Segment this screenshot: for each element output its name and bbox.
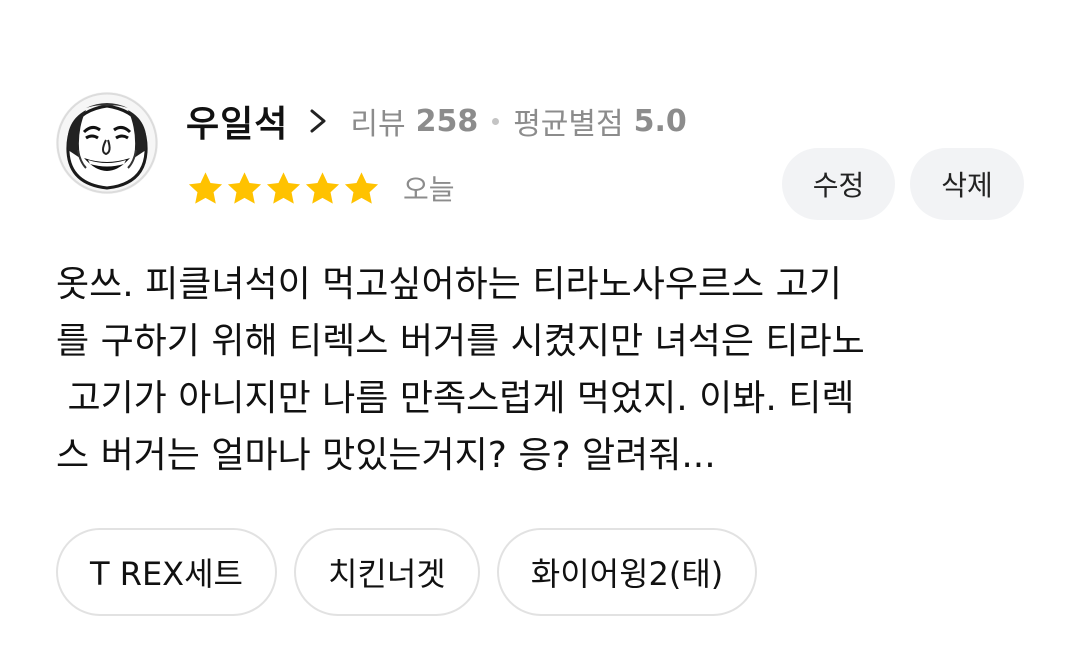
star-icon	[342, 170, 381, 207]
review-header: 우일석 리뷰 258 평균별점 5.0	[186, 95, 687, 147]
star-rating	[186, 170, 381, 207]
star-icon	[264, 170, 303, 207]
review-text-line: 를 구하기 위해 티렉스 버거를 시켰지만 녀석은 티라노	[56, 321, 865, 362]
avg-rating: 5.0	[633, 103, 687, 139]
avatar-image	[56, 92, 158, 194]
menu-tag[interactable]: 화이어윙2(태)	[496, 528, 758, 616]
rating-row: 오늘	[186, 166, 455, 210]
avg-rating-label: 평균별점	[513, 107, 624, 142]
review-count: 258	[415, 103, 479, 139]
edit-button[interactable]: 수정	[782, 148, 895, 220]
review-text-line: 고기가 아니지만 나름 만족스럽게 먹었지. 이봐. 티렉	[56, 378, 855, 419]
review-body: 옷쓰. 피클녀석이 먹고싶어하는 티라노사우르스 고기 를 구하기 위해 티렉스…	[56, 256, 1026, 484]
star-icon	[225, 170, 264, 207]
review-text-line: 스 버거는 얼마나 맛있는거지? 응? 알려줘...	[56, 435, 716, 476]
menu-tag[interactable]: T REX세트	[56, 528, 277, 616]
menu-tags: T REX세트 치킨너겟 화이어윙2(태)	[56, 528, 758, 616]
review-date: 오늘	[403, 173, 455, 206]
star-icon	[303, 170, 342, 207]
separator-dot	[492, 117, 500, 125]
chevron-right-icon[interactable]	[308, 108, 328, 134]
user-name[interactable]: 우일석	[186, 95, 288, 147]
delete-button[interactable]: 삭제	[910, 148, 1024, 220]
star-icon	[186, 170, 225, 207]
review-count-label: 리뷰	[350, 107, 406, 142]
menu-tag[interactable]: 치킨너겟	[293, 528, 480, 616]
review-text-line: 옷쓰. 피클녀석이 먹고싶어하는 티라노사우르스 고기	[56, 264, 842, 305]
avatar[interactable]	[56, 92, 158, 194]
